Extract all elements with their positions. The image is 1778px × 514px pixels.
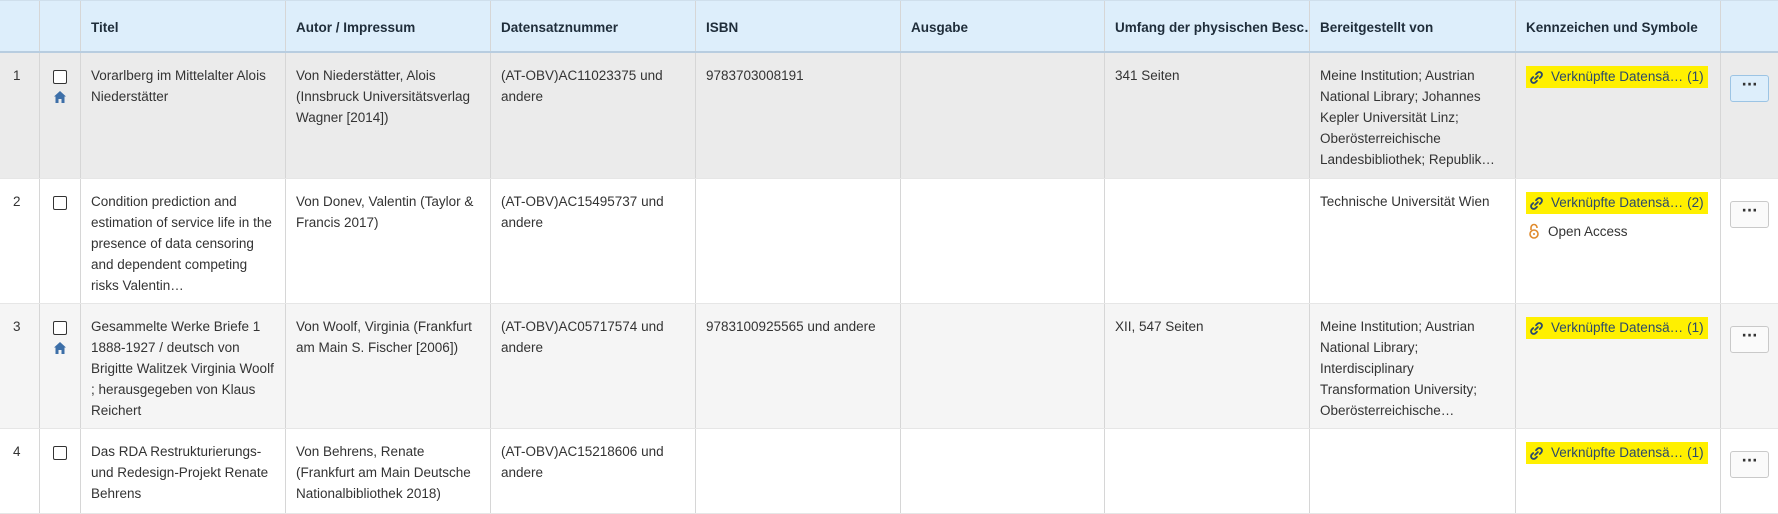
linked-records-label: Verknüpfte Datensä… bbox=[1551, 320, 1684, 335]
row-record-id: (AT-OBV)AC11023375 und andere bbox=[491, 53, 696, 178]
more-actions-button[interactable]: ··· bbox=[1730, 451, 1769, 478]
column-header-record-id[interactable]: Datensatznummer bbox=[491, 1, 696, 51]
row-select-cell bbox=[40, 304, 81, 428]
linked-records-count: (1) bbox=[1687, 320, 1704, 335]
linked-records-badge[interactable]: Verknüpfte Datensä… (1) bbox=[1526, 442, 1708, 464]
title-text[interactable]: Condition prediction and estimation of s… bbox=[91, 191, 275, 296]
title-text[interactable]: Das RDA Restrukturierungs- und Redesign-… bbox=[91, 441, 275, 504]
row-isbn: 9783703008191 bbox=[696, 53, 901, 178]
row-author: Von Donev, Valentin (Taylor & Francis 20… bbox=[286, 179, 491, 303]
row-title[interactable]: Condition prediction and estimation of s… bbox=[81, 179, 286, 303]
row-actions: ··· bbox=[1721, 53, 1778, 178]
column-header-provided-by[interactable]: Bereitgestellt von bbox=[1310, 1, 1516, 51]
column-header-author[interactable]: Autor / Impressum bbox=[286, 1, 491, 51]
row-number: 1 bbox=[0, 53, 40, 178]
linked-records-label: Verknüpfte Datensä… bbox=[1551, 69, 1684, 84]
row-number: 2 bbox=[0, 179, 40, 303]
row-select-cell bbox=[40, 429, 81, 513]
table-header: Titel Autor / Impressum Datensatznummer … bbox=[0, 0, 1778, 53]
row-symbols: Verknüpfte Datensä… (1) bbox=[1516, 53, 1721, 178]
row-edition bbox=[901, 53, 1105, 178]
row-provided-by: Meine Institution; Austrian National Lib… bbox=[1310, 304, 1516, 428]
row-record-id: (AT-OBV)AC15218606 und andere bbox=[491, 429, 696, 513]
row-provided-by bbox=[1310, 429, 1516, 513]
row-provided-by: Meine Institution; Austrian National Lib… bbox=[1310, 53, 1516, 178]
row-select-cell bbox=[40, 53, 81, 178]
row-isbn bbox=[696, 179, 901, 303]
linked-records-count: (1) bbox=[1687, 445, 1704, 460]
home-icon bbox=[54, 91, 66, 103]
column-header-title[interactable]: Titel bbox=[81, 1, 286, 51]
row-edition bbox=[901, 304, 1105, 428]
link-icon bbox=[1530, 196, 1543, 210]
table-row[interactable]: 3 Gesammelte Werke Briefe 1 1888-1927 / … bbox=[0, 304, 1778, 429]
row-extent: 341 Seiten bbox=[1105, 53, 1310, 178]
row-extent bbox=[1105, 179, 1310, 303]
link-icon bbox=[1530, 446, 1543, 460]
row-checkbox[interactable] bbox=[53, 70, 67, 84]
row-title[interactable]: Gesammelte Werke Briefe 1 1888-1927 / de… bbox=[81, 304, 286, 428]
linked-records-count: (2) bbox=[1687, 195, 1704, 210]
column-header-extent[interactable]: Umfang der physischen Besc… bbox=[1105, 1, 1310, 51]
table-row[interactable]: 1 Vorarlberg im Mittelalter Alois Nieder… bbox=[0, 53, 1778, 179]
open-access-label: Open Access bbox=[1548, 223, 1628, 239]
linked-records-label: Verknüpfte Datensä… bbox=[1551, 195, 1684, 210]
row-provided-by: Technische Universität Wien bbox=[1310, 179, 1516, 303]
row-record-id: (AT-OBV)AC15495737 und andere bbox=[491, 179, 696, 303]
row-author: Von Niederstätter, Alois (Innsbruck Univ… bbox=[286, 53, 491, 178]
row-actions: ··· bbox=[1721, 179, 1778, 303]
title-text[interactable]: Gesammelte Werke Briefe 1 1888-1927 / de… bbox=[91, 316, 275, 421]
linked-records-badge[interactable]: Verknüpfte Datensä… (1) bbox=[1526, 66, 1708, 88]
column-header-symbols[interactable]: Kennzeichen und Symbole bbox=[1516, 1, 1721, 51]
column-header-select bbox=[40, 1, 81, 51]
row-isbn bbox=[696, 429, 901, 513]
open-access-indicator: Open Access bbox=[1526, 221, 1714, 242]
linked-records-badge[interactable]: Verknüpfte Datensä… (2) bbox=[1526, 192, 1708, 214]
column-header-actions bbox=[1721, 1, 1778, 51]
row-checkbox[interactable] bbox=[53, 321, 67, 335]
row-number: 3 bbox=[0, 304, 40, 428]
linked-records-badge[interactable]: Verknüpfte Datensä… (1) bbox=[1526, 317, 1708, 339]
more-actions-button[interactable]: ··· bbox=[1730, 75, 1769, 102]
column-header-number bbox=[0, 1, 40, 51]
row-record-id: (AT-OBV)AC05717574 und andere bbox=[491, 304, 696, 428]
link-icon bbox=[1530, 70, 1543, 84]
row-checkbox[interactable] bbox=[53, 196, 67, 210]
provided-by-text: Meine Institution; Austrian National Lib… bbox=[1320, 319, 1478, 418]
row-actions: ··· bbox=[1721, 429, 1778, 513]
provided-by-text: Meine Institution; Austrian National Lib… bbox=[1320, 68, 1495, 167]
column-header-edition[interactable]: Ausgabe bbox=[901, 1, 1105, 51]
title-text[interactable]: Vorarlberg im Mittelalter Alois Niederst… bbox=[91, 65, 275, 107]
row-edition bbox=[901, 179, 1105, 303]
row-symbols: Verknüpfte Datensä… (1) bbox=[1516, 304, 1721, 428]
row-symbols: Verknüpfte Datensä… (2) Open Access bbox=[1516, 179, 1721, 303]
more-actions-button[interactable]: ··· bbox=[1730, 326, 1769, 353]
row-author: Von Woolf, Virginia (Frankfurt am Main S… bbox=[286, 304, 491, 428]
row-extent bbox=[1105, 429, 1310, 513]
link-icon bbox=[1530, 321, 1543, 335]
row-select-cell bbox=[40, 179, 81, 303]
table-row[interactable]: 2 Condition prediction and estimation of… bbox=[0, 179, 1778, 304]
row-extent: XII, 547 Seiten bbox=[1105, 304, 1310, 428]
results-table: Titel Autor / Impressum Datensatznummer … bbox=[0, 0, 1778, 514]
column-header-isbn[interactable]: ISBN bbox=[696, 1, 901, 51]
home-icon bbox=[54, 342, 66, 354]
linked-records-count: (1) bbox=[1687, 69, 1704, 84]
table-row[interactable]: 4 Das RDA Restrukturierungs- und Redesig… bbox=[0, 429, 1778, 514]
row-edition bbox=[901, 429, 1105, 513]
linked-records-label: Verknüpfte Datensä… bbox=[1551, 445, 1684, 460]
provided-by-text: Technische Universität Wien bbox=[1320, 194, 1490, 209]
row-number: 4 bbox=[0, 429, 40, 513]
more-actions-button[interactable]: ··· bbox=[1730, 201, 1769, 228]
row-symbols: Verknüpfte Datensä… (1) bbox=[1516, 429, 1721, 513]
row-isbn: 9783100925565 und andere bbox=[696, 304, 901, 428]
row-author: Von Behrens, Renate (Frankfurt am Main D… bbox=[286, 429, 491, 513]
open-lock-icon bbox=[1529, 223, 1539, 239]
row-title[interactable]: Vorarlberg im Mittelalter Alois Niederst… bbox=[81, 53, 286, 178]
row-actions: ··· bbox=[1721, 304, 1778, 428]
row-title[interactable]: Das RDA Restrukturierungs- und Redesign-… bbox=[81, 429, 286, 513]
row-checkbox[interactable] bbox=[53, 446, 67, 460]
